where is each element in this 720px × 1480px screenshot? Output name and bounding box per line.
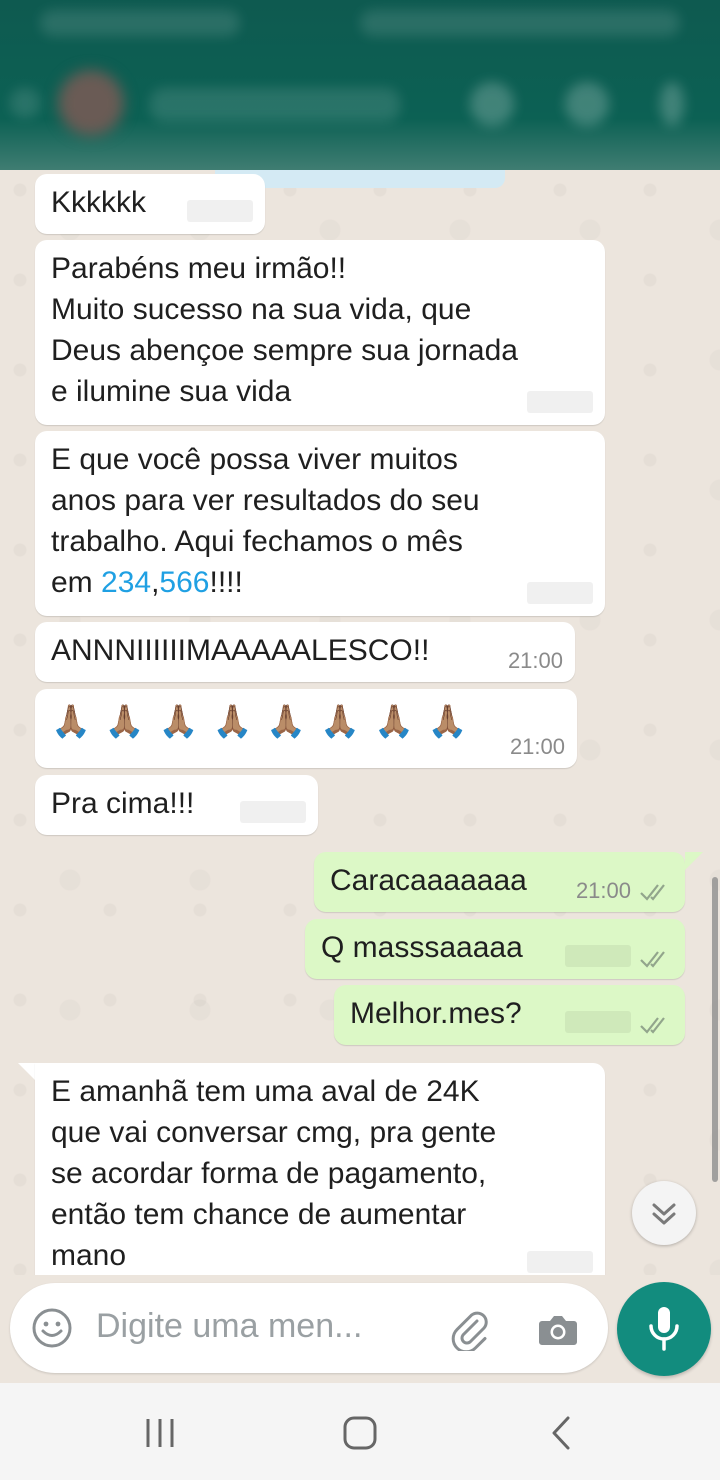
scroll-to-bottom-button[interactable] [632,1181,696,1245]
chevron-double-down-icon [652,1203,676,1225]
back-arrow-icon[interactable] [10,88,40,118]
message-time: 21:00 [509,734,565,759]
message-bubble-outgoing[interactable]: Melhor.mes? [334,985,685,1045]
status-bar-blur [40,10,240,36]
recent-apps-icon[interactable] [140,1413,180,1453]
bubble-tail [18,1063,36,1081]
phone-number-link[interactable]: 566 [159,566,209,599]
message-text-fragment: em [51,566,102,599]
message-time-hidden [565,1011,631,1033]
message-emoji-row: 🙏🏽🙏🏽🙏🏽🙏🏽🙏🏽🙏🏽🙏🏽🙏🏽 [51,703,482,739]
message-input-placeholder[interactable]: Digite uma men... [96,1307,362,1346]
message-time-hidden [240,801,306,823]
home-icon[interactable] [340,1413,380,1453]
video-call-icon[interactable] [470,82,514,126]
message-bubble-incoming[interactable]: 🙏🏽🙏🏽🙏🏽🙏🏽🙏🏽🙏🏽🙏🏽🙏🏽 21:00 [35,689,577,768]
message-text: Parabéns meu irmão!! Muito sucesso na su… [51,252,518,408]
message-text-line: anos para ver resultados do seu [51,484,480,517]
message-time: 21:00 [575,878,631,903]
message-bubble-incoming[interactable]: Pra cima!!! [35,775,318,835]
status-bar-blur [360,10,680,36]
contact-avatar[interactable] [58,70,124,136]
scrollbar[interactable] [712,877,718,1182]
message-text-line: E que você possa viver muitos [51,443,458,476]
system-nav-bar [0,1383,720,1480]
mic-button[interactable] [617,1282,711,1376]
message-bubble-incoming[interactable]: ANNNIIIIIIMAAAAALESCO!! 21:00 [35,622,575,682]
message-text-line: trabalho. Aqui fechamos o mês [51,525,463,558]
message-text-line: em 234,566!!!! [51,562,589,603]
message-bubble-incoming[interactable]: Kkkkkk [35,174,265,234]
contact-name-blur[interactable] [150,88,400,122]
chat-header [0,0,720,170]
message-time: 21:00 [507,648,563,673]
double-check-icon [640,951,665,968]
message-text-fragment: !!!! [209,566,243,599]
double-check-icon [640,1017,665,1034]
phone-number-link[interactable]: 234 [101,566,151,599]
message-time-hidden [187,200,253,222]
message-bubble-incoming[interactable]: Parabéns meu irmão!! Muito sucesso na su… [35,240,605,425]
message-bubble-outgoing[interactable]: Q masssaaaaa [305,919,685,979]
message-text: E amanhã tem uma aval de 24K que vai con… [51,1075,497,1272]
message-input-bar[interactable]: Digite uma men... [10,1283,608,1373]
bubble-tail [685,852,703,870]
message-time-hidden [527,582,593,604]
back-icon[interactable] [542,1413,582,1453]
message-bubble-incoming[interactable]: E amanhã tem uma aval de 24K que vai con… [35,1063,605,1275]
double-check-icon [640,884,665,901]
camera-icon[interactable] [536,1307,580,1351]
chat-area[interactable]: Kkkkkk Parabéns meu irmão!! Muito sucess… [0,170,720,1275]
message-time-hidden [527,391,593,413]
message-bubble-incoming[interactable]: E que você possa viver muitos anos para … [35,431,605,616]
phone-call-icon[interactable] [565,82,609,126]
paperclip-icon[interactable] [447,1307,491,1351]
message-time-hidden [527,1251,593,1273]
mic-icon [649,1307,679,1351]
more-options-icon[interactable] [660,82,684,126]
emoji-icon[interactable] [30,1306,74,1350]
message-bubble-outgoing[interactable]: Caracaaaaaaa 21:00 [314,852,685,912]
message-text: ANNNIIIIIIMAAAAALESCO!! [51,634,430,667]
message-time-hidden [565,945,631,967]
